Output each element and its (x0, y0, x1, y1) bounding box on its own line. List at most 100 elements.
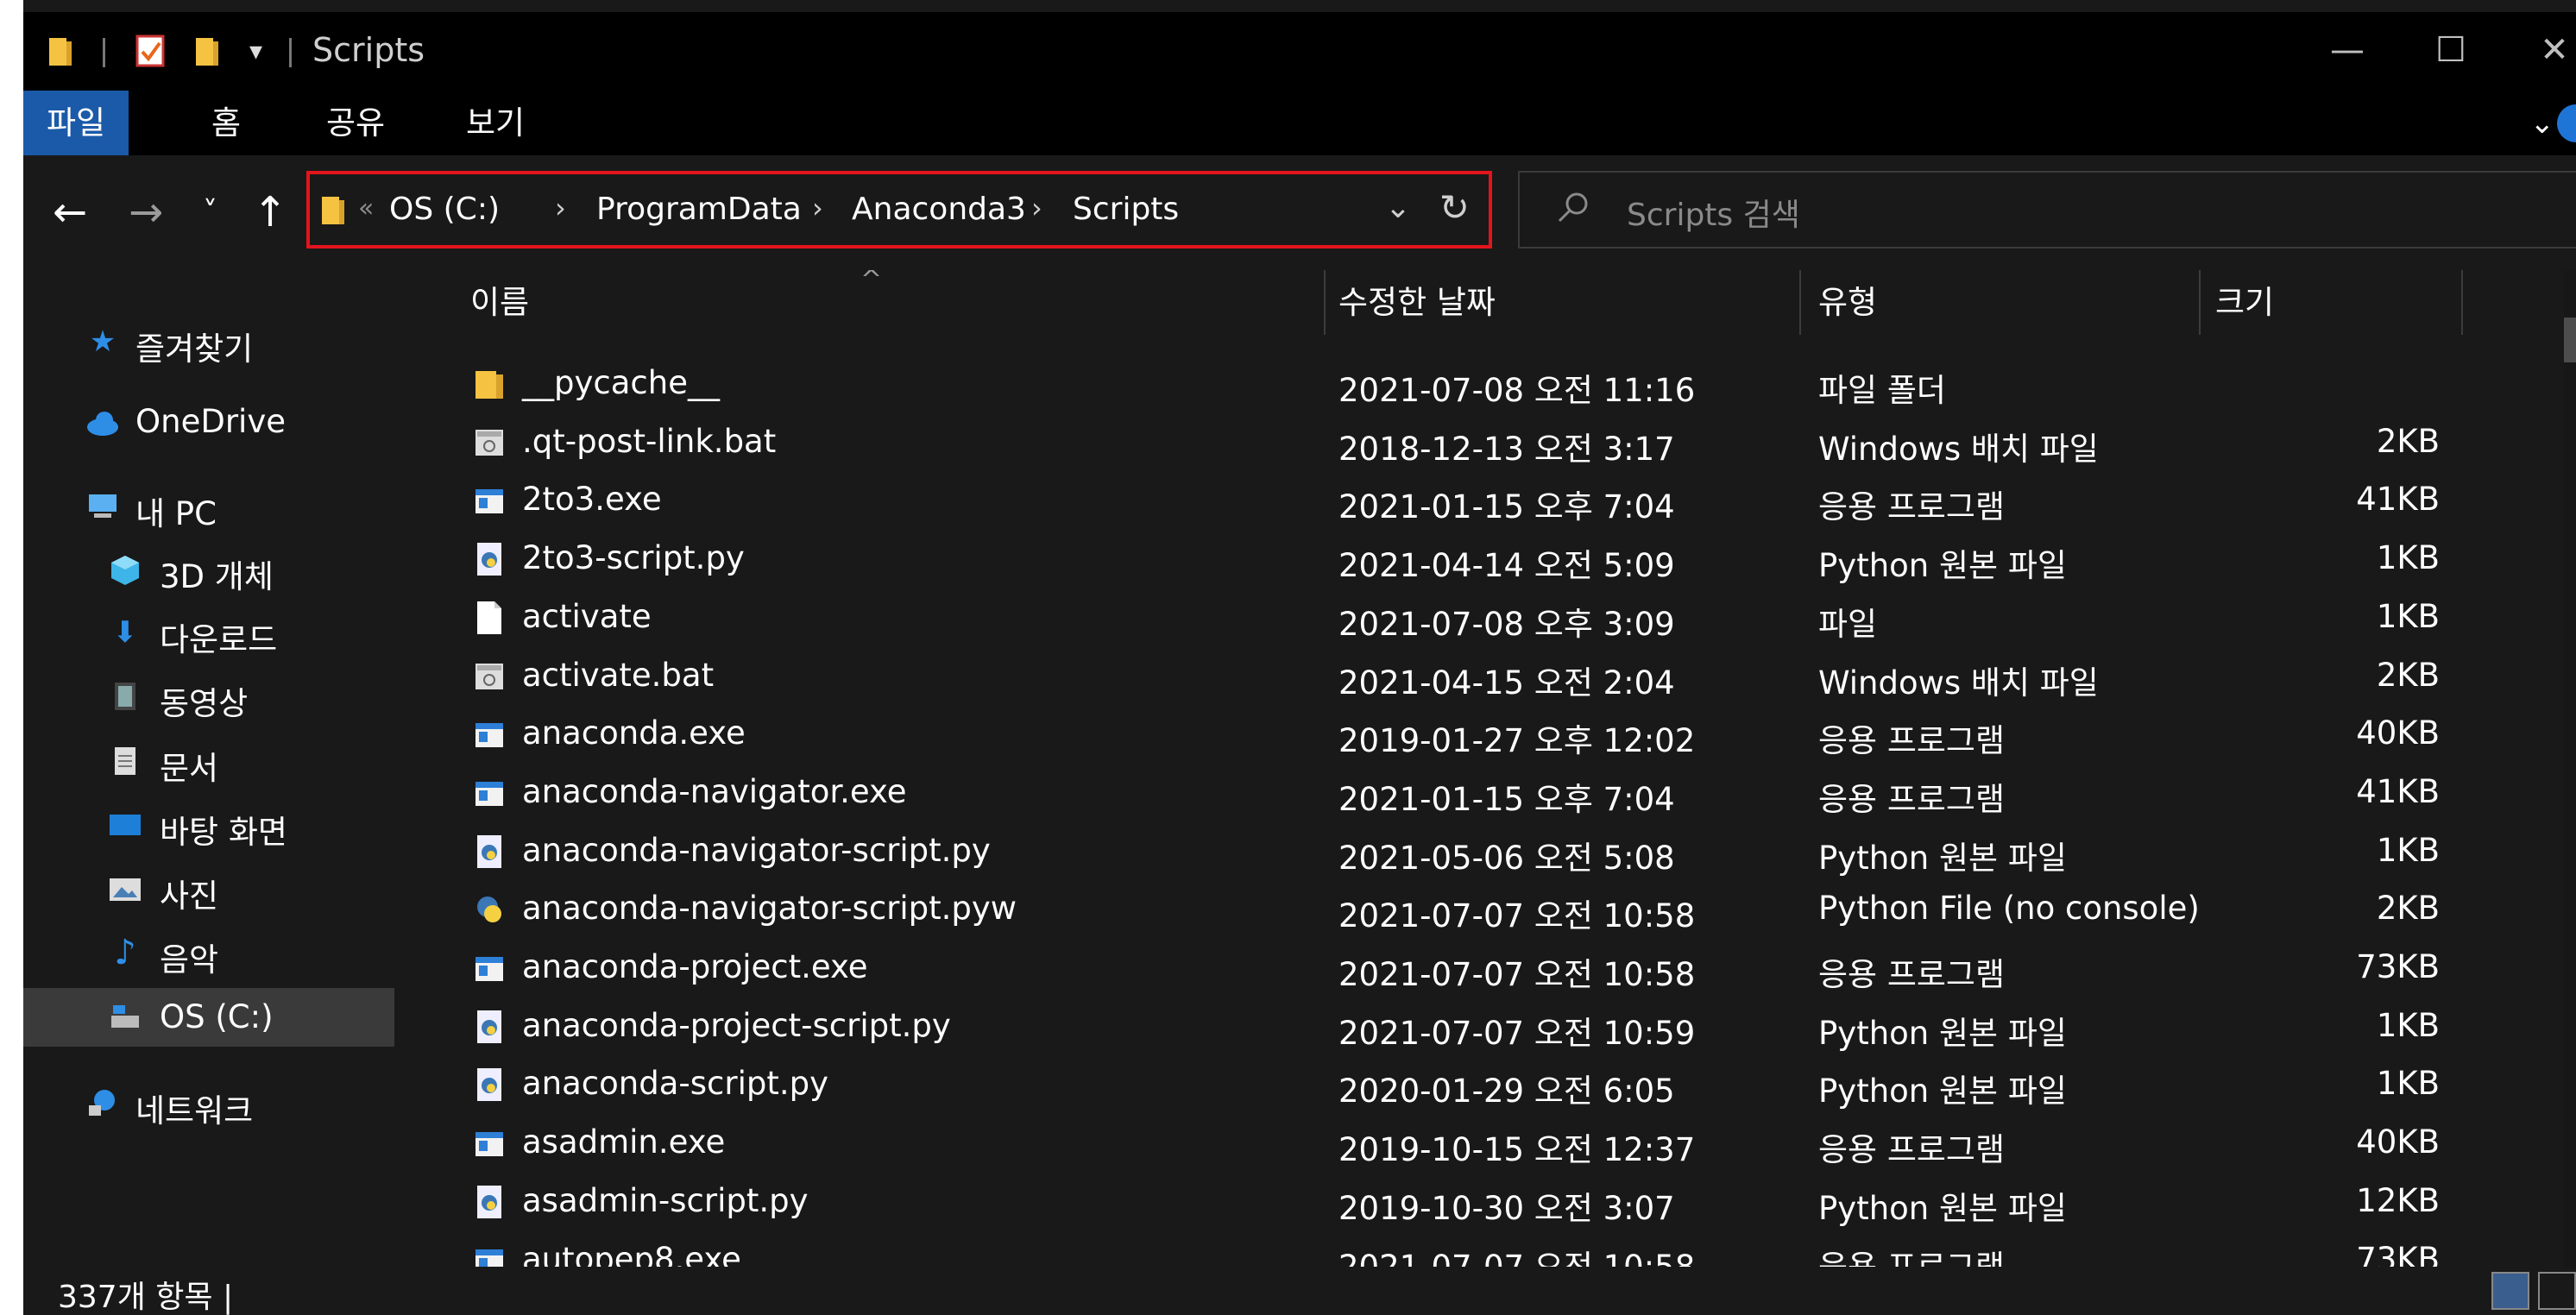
ribbon-tabs: 파일 홈 공유 보기 ⌄ (23, 91, 2576, 155)
file-type: 파일 (1818, 605, 1878, 643)
folder-icon (474, 366, 505, 402)
breadcrumb-anaconda3[interactable]: Anaconda3 (852, 192, 1026, 227)
table-row[interactable]: anaconda-navigator-script.pyw 2021-07-07 … (394, 883, 2466, 938)
table-row[interactable]: asadmin-script.py 2019-10-30 오전 3:07 Pytho… (394, 1175, 2466, 1230)
table-row[interactable]: activate 2021-07-08 오후 3:09 파일 1KB (394, 591, 2466, 646)
column-divider[interactable] (1324, 270, 1326, 335)
minimize-button[interactable]: — (2308, 24, 2386, 76)
new-folder-icon[interactable] (196, 35, 220, 67)
column-divider[interactable] (1799, 270, 1801, 335)
file-type: Python 원본 파일 (1818, 1073, 2067, 1111)
sidebar-item-favorites[interactable]: ★ 즐겨찾기 (23, 312, 394, 371)
column-header-type[interactable]: 유형 (1818, 270, 1877, 335)
maximize-button[interactable]: ☐ (2412, 24, 2490, 76)
application-icon (474, 482, 505, 519)
up-button[interactable]: ↑ (253, 186, 287, 238)
more-locations-icon[interactable]: « (358, 193, 374, 223)
close-button[interactable]: ✕ (2516, 24, 2576, 76)
star-icon: ★ (89, 324, 117, 359)
search-box[interactable]: Scripts 검색 (1518, 171, 2576, 249)
sidebar-item-music[interactable]: ♪ 음악 (23, 923, 394, 982)
file-name: activate (522, 597, 652, 635)
file-name: anaconda-script.py (522, 1065, 828, 1103)
table-row[interactable]: asadmin.exe 2019-10-15 오전 12:37 응용 프로그램 40K… (394, 1117, 2466, 1172)
table-row[interactable]: activate.bat 2021-04-15 오전 2:04 Windows 배치… (394, 650, 2466, 705)
sidebar-item-pictures[interactable]: 사진 (23, 859, 394, 918)
column-divider[interactable] (2461, 270, 2463, 335)
quick-access-dropdown-icon[interactable]: ▾ (249, 36, 262, 66)
breadcrumb-os-c[interactable]: OS (C:) (389, 192, 500, 227)
breadcrumb-programdata[interactable]: ProgramData (596, 192, 802, 227)
tab-view[interactable]: 보기 (452, 91, 539, 155)
sidebar-item-desktop[interactable]: 바탕 화면 (23, 796, 394, 854)
batch-file-icon (474, 425, 505, 461)
tab-home[interactable]: 홈 (196, 91, 256, 155)
properties-icon[interactable] (135, 33, 165, 67)
sidebar-item-label: 문서 (160, 750, 219, 787)
application-icon (474, 950, 505, 986)
vertical-scrollbar[interactable] (2564, 270, 2576, 1267)
table-row[interactable]: anaconda-navigator.exe 2021-01-15 오후 7:04… (394, 766, 2466, 821)
column-header-size[interactable]: 크기 (2215, 270, 2274, 335)
sort-ascending-icon: ^ (860, 270, 883, 295)
table-row[interactable]: anaconda-script.py 2020-01-29 오전 6:05 Pyth… (394, 1058, 2466, 1113)
large-icons-view-icon[interactable] (2538, 1272, 2576, 1310)
sidebar-item-videos[interactable]: 동영상 (23, 667, 394, 726)
address-history-dropdown-icon[interactable]: ⌄ (1385, 190, 1411, 225)
forward-button[interactable]: → (129, 186, 163, 238)
file-type: 응용 프로그램 (1818, 1248, 2006, 1268)
help-icon[interactable] (2557, 104, 2576, 142)
refresh-icon[interactable]: ↻ (1439, 186, 1470, 229)
document-icon (115, 747, 135, 775)
column-divider[interactable] (2199, 270, 2201, 335)
sidebar-item-onedrive[interactable]: OneDrive (23, 393, 394, 451)
table-row[interactable]: .qt-post-link.bat 2018-12-13 오전 3:17 Windo… (394, 416, 2466, 471)
search-input[interactable]: Scripts 검색 (1627, 190, 1800, 235)
address-bar[interactable]: « OS (C:) › ProgramData › Anaconda3 › Sc… (306, 171, 1492, 249)
python-file-icon (474, 541, 505, 577)
table-row[interactable]: 2to3-script.py 2021-04-14 오전 5:09 Python 원… (394, 532, 2466, 588)
file-modified: 2019-01-27 오후 12:02 (1338, 722, 1696, 760)
chevron-right-icon[interactable]: › (1031, 192, 1042, 224)
file-type: Python File (no console) (1818, 890, 2200, 928)
table-row[interactable]: anaconda.exe 2019-01-27 오후 12:02 응용 프로그램 40… (394, 708, 2466, 763)
details-view-icon[interactable] (2491, 1272, 2529, 1310)
file-type: 응용 프로그램 (1818, 780, 2006, 818)
table-row[interactable]: 2to3.exe 2021-01-15 오후 7:04 응용 프로그램 41KB (394, 474, 2466, 529)
column-header-name[interactable]: 이름 (470, 270, 529, 335)
file-modified: 2021-04-14 오전 5:09 (1338, 547, 1675, 585)
file-name: asadmin-script.py (522, 1181, 809, 1219)
file-size: 1KB (2376, 1006, 2440, 1044)
file-type: Windows 배치 파일 (1818, 664, 2099, 702)
sidebar-item-network[interactable]: 네트워크 (23, 1074, 394, 1133)
sidebar-item-downloads[interactable]: ⬇ 다운로드 (23, 603, 394, 662)
expand-ribbon-icon[interactable]: ⌄ (2530, 106, 2555, 141)
table-row[interactable]: anaconda-project.exe 2021-07-07 오전 10:58 응… (394, 941, 2466, 997)
window-title: Scripts (312, 31, 425, 69)
column-header-modified[interactable]: 수정한 날짜 (1338, 270, 1496, 335)
file-name: 2to3-script.py (522, 539, 745, 577)
tab-file[interactable]: 파일 (23, 91, 129, 155)
table-row[interactable]: __pycache__ 2021-07-08 오전 11:16 파일 폴더 (394, 357, 2466, 412)
breadcrumb-scripts[interactable]: Scripts (1073, 192, 1179, 227)
chevron-right-icon[interactable]: › (555, 192, 566, 224)
drive-icon (111, 1005, 139, 1028)
scrollbar-thumb[interactable] (2564, 318, 2576, 362)
sidebar-item-label: 다운로드 (160, 621, 278, 658)
file-name: asadmin.exe (522, 1123, 726, 1161)
sidebar-item-documents[interactable]: 문서 (23, 732, 394, 790)
file-name: anaconda-project-script.py (522, 1006, 951, 1044)
file-name: anaconda-project.exe (522, 948, 868, 985)
sidebar-item-this-pc[interactable]: 내 PC (23, 477, 394, 536)
table-row[interactable]: anaconda-navigator-script.py 2021-05-06 오… (394, 825, 2466, 880)
file-type: 파일 폴더 (1818, 372, 1946, 409)
sidebar-item-os-c[interactable]: OS (C:) (23, 988, 394, 1047)
search-icon (1558, 192, 1588, 223)
tab-share[interactable]: 공유 (312, 91, 399, 155)
back-button[interactable]: ← (53, 186, 87, 238)
chevron-right-icon[interactable]: › (812, 192, 823, 224)
table-row[interactable]: anaconda-project-script.py 2021-07-07 오전 … (394, 1000, 2466, 1055)
table-row[interactable]: autopep8.exe 2021-07-07 오전 10:58 응용 프로그램 73… (394, 1234, 2466, 1268)
recent-locations-button[interactable]: ˅ (203, 186, 217, 238)
sidebar-item-3d-objects[interactable]: 3D 개체 (23, 540, 394, 599)
